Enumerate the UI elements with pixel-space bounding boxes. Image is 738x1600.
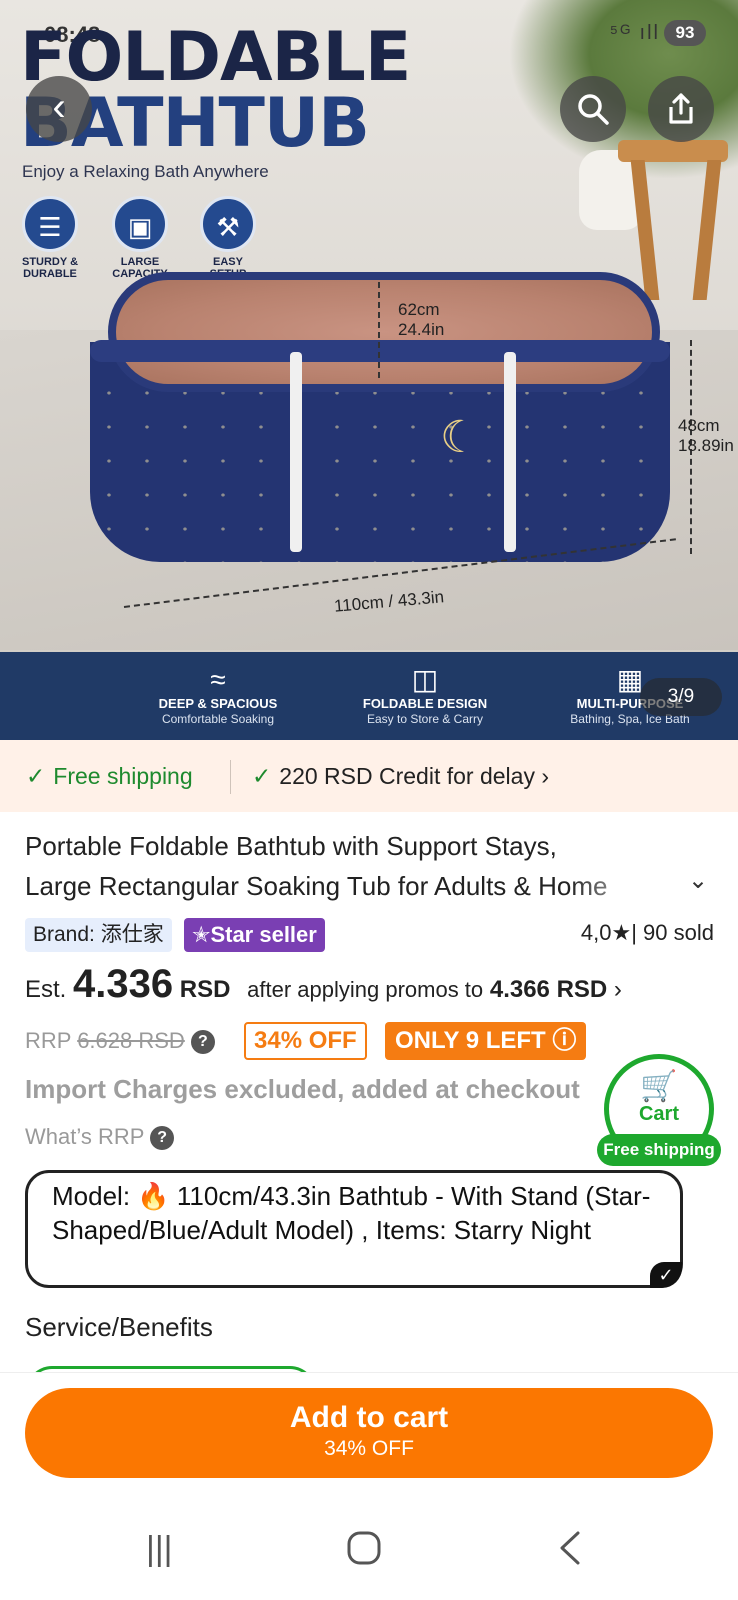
band-feature-deep: ≈ DEEP & SPACIOUS Comfortable Soaking [118, 664, 318, 726]
feature-sturdy: ☰ STURDY & DURABLE [10, 196, 90, 280]
rrp-price: RRP 6.628 RSD ? [25, 1028, 215, 1054]
check-icon: ✓ [26, 763, 46, 789]
star-icon: ✭ [192, 922, 211, 947]
search-button[interactable] [560, 76, 626, 142]
map-fold-icon: ◫ [411, 664, 439, 695]
stock-badge: ONLY 9 LEFT ⓘ [385, 1022, 587, 1060]
help-icon: ? [150, 1126, 175, 1150]
selected-check-icon: ✓ [650, 1262, 682, 1288]
cart-free-shipping-badge: Free shipping [597, 1134, 721, 1166]
product-title[interactable]: Portable Foldable Bathtub with Support S… [25, 826, 665, 906]
tools-icon: ⚒ [200, 196, 256, 252]
height-dimension: 48cm 18.89in [678, 416, 734, 455]
hero-subtitle: Enjoy a Relaxing Bath Anywhere [22, 162, 269, 181]
chevron-right-icon: › [541, 763, 550, 789]
recent-apps-icon[interactable]: ||| [146, 1530, 173, 1569]
import-charges-note: Import Charges excluded, added at checko… [25, 1074, 580, 1104]
chevron-right-icon: › [613, 976, 622, 1003]
help-icon[interactable]: ? [190, 1030, 215, 1054]
free-shipping-label: ✓ Free shipping [26, 763, 193, 789]
model-selector[interactable]: Model: 🔥 110cm/43.3in Bathtub - With Sta… [25, 1170, 683, 1288]
water-icon: ≈ [210, 664, 226, 695]
share-button[interactable] [648, 76, 714, 142]
delay-credit-link[interactable]: ✓ 220 RSD Credit for delay › [252, 762, 549, 790]
whats-rrp-link[interactable]: What’s RRP ? [25, 1124, 175, 1150]
share-icon [669, 93, 693, 124]
shipping-banner[interactable]: ✓ Free shipping ✓ 220 RSD Credit for delay… [0, 740, 738, 812]
price-row[interactable]: Est. 4.336 RSD after applying promos to … [25, 962, 622, 1007]
promo-price: 4.366 RSD [489, 976, 608, 1003]
home-icon[interactable] [346, 1530, 382, 1575]
help-circle-icon[interactable]: ⓘ [552, 1027, 576, 1054]
star-icon: ★ [611, 920, 632, 945]
check-icon: ✓ [252, 763, 272, 789]
star-seller-badge[interactable]: ✭Star seller [184, 918, 325, 952]
search-icon [578, 94, 609, 125]
battery-icon: 93 [664, 20, 706, 46]
depth-dimension: 62cm 24.4in [398, 300, 445, 339]
image-counter: 3/9 [640, 678, 722, 716]
product-image-gallery[interactable]: 08:48 ⁵ᴳ ıll 93 FOLDABLE BATHTUB Enjoy a… [0, 0, 738, 740]
signal-icon: ⁵ᴳ ıll [609, 22, 660, 44]
layers-icon: ☰ [22, 196, 78, 252]
chevron-left-icon: ‹ [52, 85, 66, 129]
fire-icon: 🔥 [137, 1181, 170, 1211]
brand-tag[interactable]: Brand: 添仕家 [25, 918, 172, 952]
bathtub-image: ☾ [90, 252, 680, 592]
add-to-cart-button[interactable]: Add to cart 34% OFF [25, 1388, 713, 1478]
band-feature-foldable: ◫ FOLDABLE DESIGN Easy to Store & Carry [325, 664, 525, 726]
cart-icon: 🛒 [640, 1070, 678, 1103]
expand-title-chevron-icon[interactable]: ⌄ [688, 866, 708, 895]
service-benefits-heading: Service/Benefits [25, 1312, 213, 1342]
divider [230, 760, 231, 794]
back-button[interactable]: ‹ [26, 76, 92, 142]
back-nav-icon[interactable] [556, 1530, 586, 1575]
rating-sold[interactable]: 4,0★| 90 sold [581, 920, 714, 946]
box-icon: ▣ [112, 196, 168, 252]
discount-badge: 34% OFF [244, 1022, 367, 1060]
price-value: 4.336 [73, 962, 174, 1006]
